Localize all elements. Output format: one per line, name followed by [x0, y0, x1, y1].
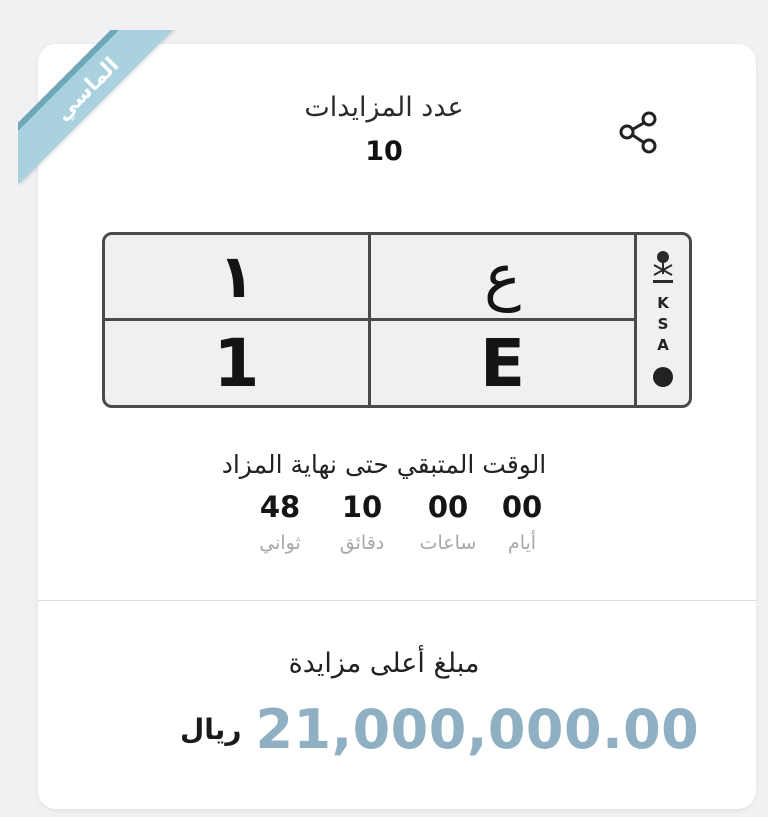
highest-bid-title: مبلغ أعلى مزايدة — [288, 648, 480, 679]
plate-arabic-letter: ع — [371, 235, 637, 321]
ksa-letter-k: K — [657, 294, 669, 312]
timer-seconds: 48 ثواني — [240, 490, 320, 554]
currency-label: ريال — [180, 712, 242, 746]
countdown-timer: 00 أيام 00 ساعات 10 دقائق 48 ثواني — [0, 490, 768, 570]
divider — [38, 600, 756, 601]
timer-minutes: 10 دقائق — [322, 490, 402, 554]
timer-days: 00 أيام — [482, 490, 562, 554]
saudi-emblem-icon — [648, 249, 678, 293]
plate-english-number: 1 — [105, 321, 371, 405]
ksa-letter-s: S — [657, 315, 669, 333]
plate-country-strip: K S A — [637, 235, 689, 405]
timer-minutes-value: 10 — [341, 490, 383, 524]
highest-bid-amount: 21,000,000.00 — [255, 697, 700, 761]
timer-days-label: أيام — [507, 532, 537, 554]
time-remaining-title: الوقت المتبقي حتى نهاية المزاد — [221, 450, 547, 479]
timer-minutes-label: دقائق — [339, 532, 385, 554]
plate-english-letter: E — [371, 321, 637, 405]
timer-hours-label: ساعات — [419, 532, 477, 554]
timer-hours: 00 ساعات — [408, 490, 488, 554]
plate-dot — [653, 367, 673, 387]
plate-arabic-number: ١ — [105, 235, 371, 321]
share-icon[interactable] — [616, 110, 662, 156]
timer-hours-value: 00 — [427, 490, 469, 524]
license-plate: ١ ع 1 E K S A — [102, 232, 692, 408]
timer-days-value: 00 — [501, 490, 543, 524]
highest-bid-row: ريال 21,000,000.00 — [180, 694, 699, 764]
ksa-letter-a: A — [657, 336, 669, 354]
timer-seconds-label: ثواني — [259, 532, 301, 554]
timer-seconds-value: 48 — [259, 490, 301, 524]
